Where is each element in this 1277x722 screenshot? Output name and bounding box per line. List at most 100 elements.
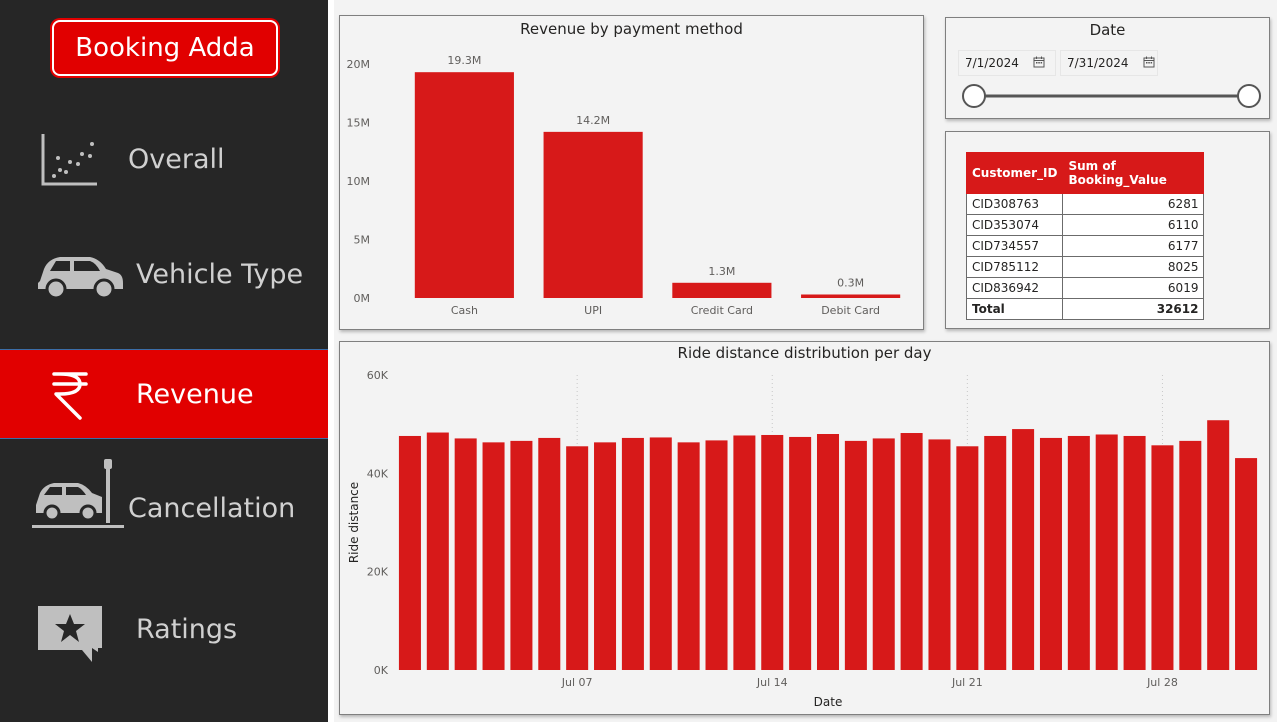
bar — [649, 437, 672, 670]
nav-item-ratings[interactable]: Ratings — [0, 584, 328, 674]
total-value: 32612 — [1062, 298, 1205, 320]
column-header[interactable]: Customer_ID — [965, 152, 1064, 194]
data-label: 0.3M — [837, 276, 864, 289]
y-tick-label: 15M — [347, 117, 371, 130]
bar — [510, 440, 533, 670]
bar — [621, 437, 644, 670]
rupee-icon — [50, 370, 90, 427]
nav-label-cancellation: Cancellation — [128, 492, 296, 524]
bar — [733, 435, 756, 670]
x-tick-label: Credit Card — [691, 304, 753, 317]
nav-item-overall[interactable]: Overall — [0, 114, 328, 204]
start-date-value: 7/1/2024 — [965, 56, 1019, 70]
table-row: CID734557 6177 — [965, 235, 1205, 257]
x-tick-label: Jul 28 — [1146, 676, 1178, 689]
nav-item-cancellation[interactable]: Cancellation — [0, 459, 328, 553]
logo: Booking Adda — [52, 20, 278, 76]
x-tick-label: Cash — [451, 304, 478, 317]
car-icon — [34, 251, 124, 308]
customer-table-panel: Customer_ID Sum of Booking_Value CID3087… — [945, 131, 1270, 329]
table-total-row: Total 32612 — [965, 298, 1205, 320]
table-row: CID836942 6019 — [965, 277, 1205, 299]
sidebar-divider — [328, 0, 334, 722]
star-chat-icon — [36, 604, 104, 675]
nav-item-vehicle-type[interactable]: Vehicle Type — [0, 229, 328, 319]
bar — [956, 446, 979, 670]
y-tick-label: 5M — [354, 234, 371, 247]
bar — [900, 433, 923, 670]
bar — [566, 446, 589, 670]
bar — [1207, 420, 1230, 670]
x-tick-label: Jul 14 — [756, 676, 788, 689]
table-cell: CID353074 — [965, 214, 1064, 236]
nav-label-ratings: Ratings — [136, 613, 238, 645]
table-row: CID785112 8025 — [965, 256, 1205, 278]
table-cell: CID785112 — [965, 256, 1064, 278]
nav-label-vehicle-type: Vehicle Type — [136, 258, 304, 290]
slider-start-handle[interactable] — [962, 84, 986, 108]
y-axis-title: Ride distance — [347, 482, 361, 563]
ride-distance-panel: Ride distance distribution per day 0K 20K… — [339, 341, 1270, 715]
nav-label-overall: Overall — [128, 143, 225, 175]
bar — [594, 442, 617, 670]
bar — [398, 435, 421, 670]
bar — [672, 282, 772, 298]
nav-label-revenue: Revenue — [136, 378, 254, 410]
table-cell: CID308763 — [965, 193, 1064, 215]
bar — [1095, 434, 1118, 670]
bar — [1012, 429, 1035, 670]
bar — [538, 437, 561, 670]
x-axis-title: Date — [814, 695, 843, 709]
table-cell: 6177 — [1062, 235, 1205, 257]
crashed-car-icon — [32, 457, 124, 540]
column-header[interactable]: Sum of Booking_Value — [1062, 152, 1205, 194]
bar — [1151, 445, 1174, 670]
table-cell: 8025 — [1062, 256, 1205, 278]
nav-item-revenue[interactable]: Revenue — [0, 349, 328, 439]
bar — [816, 434, 840, 670]
x-tick-label: Jul 21 — [951, 676, 983, 689]
scatter-chart-icon — [40, 132, 98, 195]
data-label: 14.2M — [576, 114, 610, 127]
calendar-icon[interactable] — [1143, 56, 1155, 71]
bar — [482, 442, 505, 670]
table-row: CID308763 6281 — [965, 193, 1205, 215]
start-date-input[interactable]: 7/1/2024 — [958, 50, 1056, 76]
end-date-value: 7/31/2024 — [1067, 56, 1129, 70]
data-label: 19.3M — [447, 54, 481, 67]
y-tick-label: 10M — [347, 175, 371, 188]
bar — [1235, 458, 1258, 670]
bar — [1123, 435, 1146, 670]
bar — [801, 294, 901, 298]
end-date-input[interactable]: 7/31/2024 — [1060, 50, 1158, 76]
table-row: CID353074 6110 — [965, 214, 1205, 236]
revenue-chart: 0M 5M 10M 15M 20M 19.3M Cash 14.2M UPI 1.3M Credit… — [347, 54, 901, 317]
x-tick-label: Debit Card — [821, 304, 880, 317]
sidebar: Booking Adda Overall Vehicle Type Revenu… — [0, 0, 328, 722]
calendar-icon[interactable] — [1033, 56, 1045, 71]
bar — [414, 72, 514, 298]
bar — [543, 131, 643, 298]
y-tick-label: 40K — [367, 467, 389, 480]
x-tick-label: UPI — [584, 304, 602, 317]
data-label: 1.3M — [708, 265, 735, 278]
x-tick-label: Jul 07 — [561, 676, 593, 689]
table-cell: 6110 — [1062, 214, 1205, 236]
table-cell: 6281 — [1062, 193, 1205, 215]
table-cell: 6019 — [1062, 277, 1205, 299]
bar — [789, 436, 812, 670]
bar — [677, 442, 700, 670]
date-range-slider[interactable] — [946, 78, 1269, 118]
slider-end-handle[interactable] — [1237, 84, 1261, 108]
bar — [1067, 435, 1090, 670]
y-tick-label: 20M — [347, 58, 371, 71]
bar — [705, 440, 728, 670]
bar — [1039, 437, 1062, 670]
bar — [872, 438, 895, 670]
y-tick-label: 0K — [374, 664, 389, 677]
ride-distance-chart: 0K 20K 40K 60K Jul 07 Jul 14 Jul 21 Jul 28 Date R… — [347, 369, 1258, 709]
table-cell: CID734557 — [965, 235, 1064, 257]
y-tick-label: 60K — [367, 369, 389, 382]
bar — [426, 432, 449, 670]
bar — [844, 440, 867, 670]
